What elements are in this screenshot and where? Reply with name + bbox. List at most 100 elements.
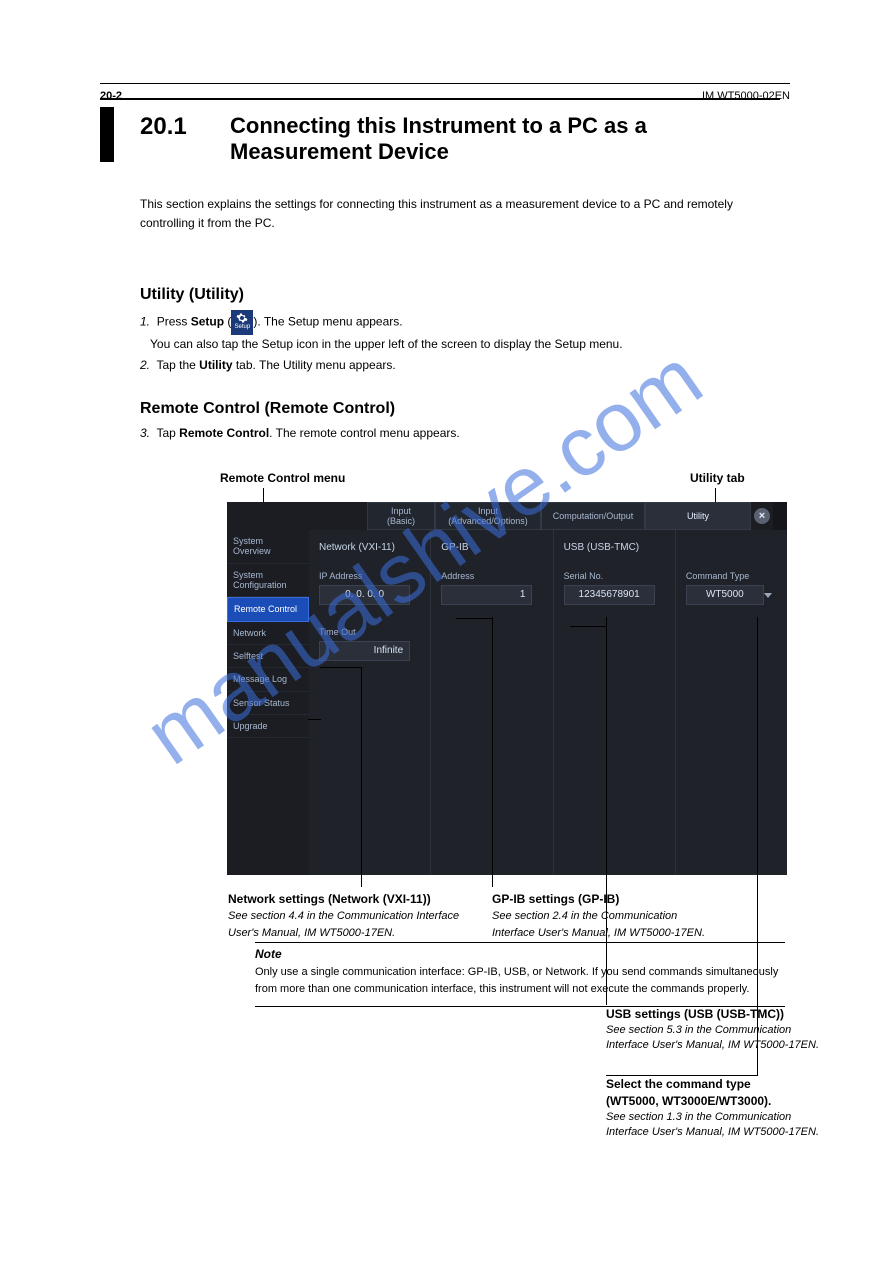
column-network: Network (VXI-11) IP Address 0. 0. 0. 0 T… (309, 530, 431, 875)
sidebar: System Overview System Configuration Rem… (227, 530, 309, 875)
side-config-b: Configuration (233, 580, 287, 590)
sidebar-item-system-overview[interactable]: System Overview (227, 530, 309, 564)
tab-input-adv-line1: Input (446, 506, 530, 516)
leader-cmd-h (606, 1075, 758, 1076)
timeout-field[interactable]: Infinite (319, 641, 410, 661)
sidebar-item-network[interactable]: Network (227, 622, 309, 645)
sidebar-item-sensor-status[interactable]: Sensor Status (227, 692, 309, 715)
step3-text-c: . The remote control menu appears. (269, 426, 460, 440)
side-config-a: System (233, 570, 263, 580)
address-label: Address (441, 571, 542, 581)
sidebar-item-selftest[interactable]: Selftest (227, 645, 309, 668)
col-usb-title: USB (USB-TMC) (564, 542, 665, 553)
section-number: 20.1 (140, 113, 187, 141)
step-1: 1. Press Setup ( Setup ). The Setup menu… (140, 310, 790, 354)
step-2: 2. Tap the Utility tab. The Utility menu… (140, 356, 790, 375)
sidebar-item-remote-control[interactable]: Remote Control (227, 597, 309, 621)
callout-usb-sub2: Interface User's Manual, IM WT5000-17EN. (606, 1039, 819, 1051)
callout-usb-sub1: See section 5.3 in the Communication (606, 1024, 791, 1036)
tab-input-basic[interactable]: Input (Basic) (367, 502, 435, 530)
section-title-line2: Measurement Device (230, 139, 449, 164)
callout-network: Network settings (Network (VXI-11)) See … (228, 891, 508, 941)
tab-bar: Input (Basic) Input (Advanced/Options) C… (227, 502, 787, 530)
step2-text-a: Tap the (156, 358, 199, 372)
tab-utility-label: Utility (656, 511, 740, 521)
timeout-label: Time Out (319, 627, 420, 637)
screenshot-panel: Input (Basic) Input (Advanced/Options) C… (227, 502, 787, 875)
command-type-dropdown[interactable]: WT5000 (686, 585, 764, 605)
side-overview-b: Overview (233, 546, 271, 556)
callout-cmd-sub0: (WT5000, WT3000E/WT3000). (606, 1094, 771, 1108)
leader-usb-h (570, 626, 607, 627)
tab-input-basic-line2: (Basic) (378, 516, 424, 526)
sidebar-item-upgrade[interactable]: Upgrade (227, 715, 309, 738)
label-remote-menu: Remote Control menu (220, 471, 345, 485)
step-3: 3. Tap Remote Control. The remote contro… (140, 424, 790, 443)
col-network-title: Network (VXI-11) (319, 542, 420, 553)
command-type-label: Command Type (686, 571, 777, 581)
chapter-indicator-tab (100, 107, 114, 162)
step3-remote-keyword: Remote Control (179, 426, 269, 440)
sidebar-item-system-config[interactable]: System Configuration (227, 564, 309, 598)
leader-gpib (492, 617, 493, 887)
sidebar-item-message-log[interactable]: Message Log (227, 668, 309, 691)
callout-cmdtype: Select the command type (WT5000, WT3000E… (606, 1076, 866, 1139)
note-title: Note (255, 947, 785, 961)
note-body: Only use a single communication interfac… (255, 964, 785, 998)
tab-computation-output[interactable]: Computation/Output (541, 502, 645, 530)
step1-text-e: You can also tap the Setup icon in the u… (150, 337, 623, 351)
setup-icon: Setup (231, 310, 253, 335)
heading-utility: Utility (Utility) (140, 286, 790, 304)
leader-gpib-h (456, 618, 493, 619)
step3-text-a: Tap (156, 426, 179, 440)
close-icon: × (754, 508, 770, 524)
leader-usb (606, 617, 607, 887)
callout-gpib-sub1: See section 2.4 in the Communication (492, 910, 677, 922)
note-block: Note Only use a single communication int… (255, 938, 785, 1011)
step1-text-a: Press (157, 315, 191, 329)
heading-remote: Remote Control (Remote Control) (140, 400, 790, 418)
step1-text-d: ). The Setup menu appears. (253, 315, 402, 329)
column-usb: USB (USB-TMC) Serial No. 12345678901 (554, 530, 676, 875)
callout-cmd-title: Select the command type (606, 1077, 751, 1091)
col-gpib-title: GP-IB (441, 542, 542, 553)
address-field[interactable]: 1 (441, 585, 532, 605)
footer-doc: IM WT5000-02EN (702, 90, 790, 102)
footer: 20-2 IM WT5000-02EN (100, 83, 790, 102)
tab-input-advanced[interactable]: Input (Advanced/Options) (435, 502, 541, 530)
callout-network-sub1: See section 4.4 in the Communication Int… (228, 910, 459, 922)
tab-comp-out-label: Computation/Output (552, 511, 634, 521)
step1-paren-open: ( (224, 315, 231, 329)
tab-input-adv-line2: (Advanced/Options) (446, 516, 530, 526)
tab-input-basic-line1: Input (378, 506, 424, 516)
column-command: Command Type WT5000 (676, 530, 787, 875)
label-utility-tab: Utility tab (690, 471, 745, 485)
step3-number: 3. (140, 426, 150, 440)
callout-network-title: Network settings (Network (VXI-11)) (228, 892, 431, 906)
callout-gpib-title: GP-IB settings (GP-IB) (492, 892, 619, 906)
leader-network (361, 667, 362, 887)
section-title: Connecting this Instrument to a PC as a … (230, 113, 647, 166)
step1-number: 1. (140, 315, 150, 329)
setup-icon-caption: Setup (231, 324, 253, 330)
step2-text-c: tab. The Utility menu appears. (233, 358, 396, 372)
close-button[interactable]: × (751, 502, 773, 530)
step2-number: 2. (140, 358, 150, 372)
callout-usb: USB settings (USB (USB-TMC)) See section… (606, 1006, 866, 1053)
leader-cmdtype (757, 617, 758, 887)
serial-field: 12345678901 (564, 585, 655, 605)
callout-cmd-sub1: See section 1.3 in the Communication (606, 1111, 791, 1123)
ip-address-label: IP Address (319, 571, 420, 581)
callout-gpib: GP-IB settings (GP-IB) See section 2.4 i… (492, 891, 752, 941)
step2-utility-keyword: Utility (199, 358, 232, 372)
intro-paragraph: This section explains the settings for c… (140, 195, 780, 232)
tab-blank (227, 502, 367, 530)
side-overview-a: System (233, 536, 263, 546)
ip-address-field[interactable]: 0. 0. 0. 0 (319, 585, 410, 605)
tab-utility[interactable]: Utility (645, 502, 751, 530)
leader-net-h (320, 667, 362, 668)
step1-setup-keyword: Setup (191, 315, 224, 329)
serial-label: Serial No. (564, 571, 665, 581)
section-title-line1: Connecting this Instrument to a PC as a (230, 113, 647, 138)
callout-cmd-sub2: Interface User's Manual, IM WT5000-17EN. (606, 1126, 819, 1138)
